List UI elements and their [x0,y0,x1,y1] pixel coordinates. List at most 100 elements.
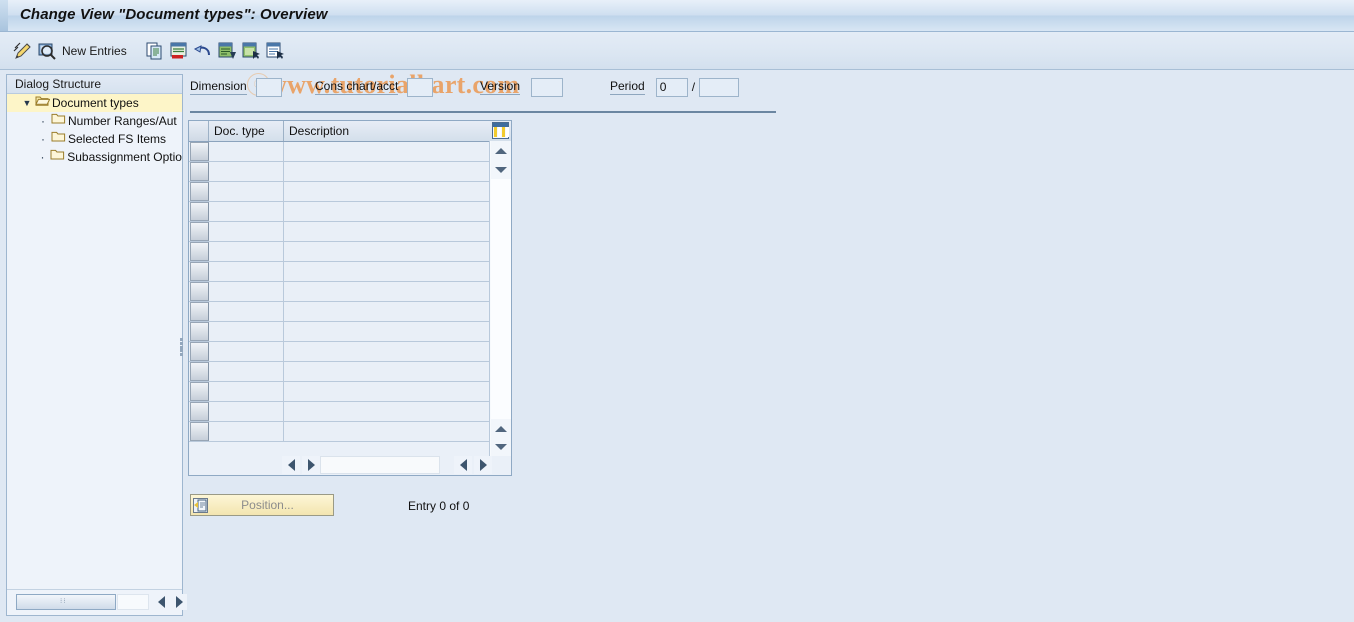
row-selector-button[interactable] [190,282,209,301]
cell-description[interactable] [284,302,487,321]
cell-description[interactable] [284,162,487,181]
cell-description[interactable] [284,142,487,161]
row-selector-button[interactable] [190,162,209,181]
row-selector-button[interactable] [190,182,209,201]
cell-description[interactable] [284,422,487,441]
table-row[interactable] [189,422,489,442]
panel-splitter-handle[interactable] [178,336,184,358]
cell-description[interactable] [284,202,487,221]
select-block-button[interactable] [240,38,262,64]
period-to-input[interactable] [699,77,740,97]
cell-doc-type[interactable] [210,182,284,201]
table-row[interactable] [189,282,489,302]
cell-doc-type[interactable] [210,302,284,321]
row-selector-button[interactable] [190,302,209,321]
cell-doc-type[interactable] [210,322,284,341]
scroll-track[interactable] [117,594,149,610]
display-magnifier-button[interactable] [36,38,58,64]
cell-doc-type[interactable] [210,342,284,361]
row-selector-button[interactable] [190,242,209,261]
cell-doc-type[interactable] [210,222,284,241]
cell-description[interactable] [284,222,487,241]
scroll-last-button[interactable] [474,456,492,474]
cell-description[interactable] [284,382,487,401]
cell-doc-type[interactable] [210,422,284,441]
sidebar-item-document-types[interactable]: ▼ Document types [7,94,182,112]
cell-doc-type[interactable] [210,162,284,181]
position-button[interactable]: Position... [190,494,334,516]
scroll-left-button[interactable] [153,594,169,610]
deselect-all-button[interactable] [264,38,286,64]
cell-description[interactable] [284,402,487,421]
cell-doc-type[interactable] [210,282,284,301]
column-header-doc-type[interactable]: Doc. type [209,121,284,141]
version-input[interactable] [531,77,564,97]
cell-doc-type[interactable] [210,382,284,401]
sidebar-item-selected-fs-items[interactable]: · Selected FS Items [7,130,182,148]
new-entries-button[interactable]: New Entries [62,44,127,58]
scroll-right-button[interactable] [171,594,187,610]
table-row[interactable] [189,162,489,182]
table-row[interactable] [189,202,489,222]
cell-description[interactable] [284,362,487,381]
row-selector-button[interactable] [190,362,209,381]
scroll-thumb[interactable]: ⁝⁝ [16,594,116,610]
twisty-open-icon[interactable]: ▼ [19,94,35,112]
scroll-up-button[interactable] [491,141,511,160]
scroll-page-up-button[interactable] [491,419,511,438]
select-all-rows-button[interactable] [189,121,209,141]
table-horizontal-scrollbar[interactable] [282,456,492,474]
table-row[interactable] [189,382,489,402]
scroll-track-vertical[interactable] [491,179,511,419]
table-row[interactable] [189,242,489,262]
copy-as-button[interactable] [144,38,166,64]
sidebar-item-number-ranges[interactable]: · Number Ranges/Aut [7,112,182,130]
select-all-button[interactable] [216,38,238,64]
cons-chart-acct-input[interactable] [407,77,434,97]
row-selector-button[interactable] [190,262,209,281]
delete-row-button[interactable] [168,38,190,64]
table-row[interactable] [189,182,489,202]
row-selector-button[interactable] [190,202,209,221]
scroll-page-down-button[interactable] [491,437,511,456]
column-header-description[interactable]: Description [284,121,499,141]
table-vertical-scrollbar[interactable] [489,141,511,456]
cell-doc-type[interactable] [210,142,284,161]
cell-doc-type[interactable] [210,402,284,421]
sidebar-horizontal-scrollbar[interactable]: ⁝⁝ [7,589,187,615]
table-row[interactable] [189,222,489,242]
row-selector-button[interactable] [190,402,209,421]
cell-doc-type[interactable] [210,362,284,381]
scroll-prev-button[interactable] [302,456,320,474]
scroll-first-button[interactable] [282,456,300,474]
scroll-next-button[interactable] [454,456,472,474]
cell-description[interactable] [284,342,487,361]
scroll-down-button[interactable] [491,160,511,179]
row-selector-button[interactable] [190,342,209,361]
table-settings-icon[interactable] [492,122,509,139]
cell-description[interactable] [284,242,487,261]
table-row[interactable] [189,402,489,422]
period-from-input[interactable] [655,77,688,97]
cell-description[interactable] [284,322,487,341]
edit-pencil-button[interactable] [12,38,34,64]
table-row[interactable] [189,362,489,382]
table-row[interactable] [189,262,489,282]
table-row[interactable] [189,342,489,362]
table-row[interactable] [189,322,489,342]
row-selector-button[interactable] [190,222,209,241]
dimension-input[interactable] [255,77,282,97]
row-selector-button[interactable] [190,322,209,341]
scroll-track-horizontal[interactable] [320,456,440,474]
undo-button[interactable] [192,38,214,64]
row-selector-button[interactable] [190,422,209,441]
cell-description[interactable] [284,182,487,201]
row-selector-button[interactable] [190,382,209,401]
row-selector-button[interactable] [190,142,209,161]
cell-description[interactable] [284,282,487,301]
table-row[interactable] [189,302,489,322]
sidebar-item-subassignment-options[interactable]: · Subassignment Optio [7,148,182,166]
cell-doc-type[interactable] [210,202,284,221]
table-row[interactable] [189,142,489,162]
cell-doc-type[interactable] [210,242,284,261]
